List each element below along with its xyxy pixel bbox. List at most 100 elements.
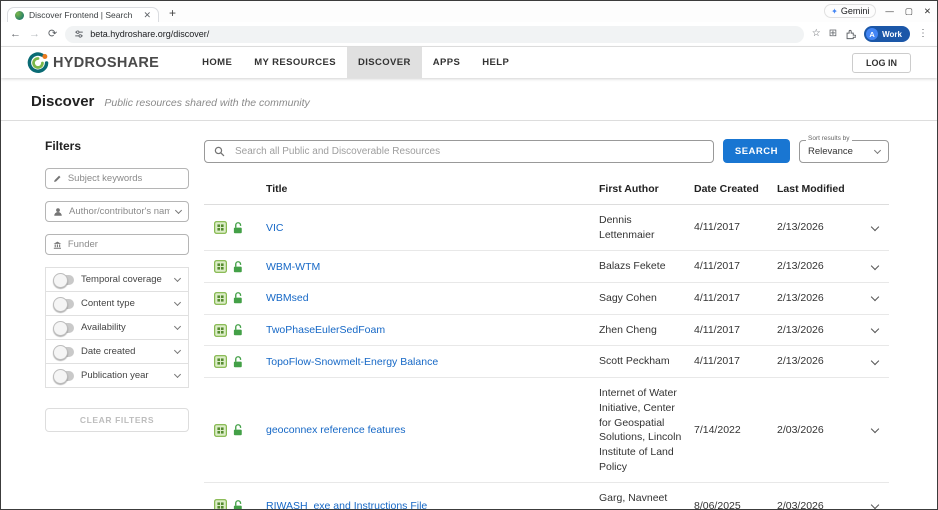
subject-keywords-input[interactable] [67,173,181,184]
clear-filters-button[interactable]: CLEAR FILTERS [45,408,189,432]
profile-chip[interactable]: A Work [864,26,910,42]
avatar: A [866,28,879,40]
window-minimize-icon[interactable]: — [885,6,894,17]
resource-search-input[interactable] [233,144,704,158]
search-button[interactable]: SEARCH [722,139,790,163]
row-first-author: Sagy Cohen [599,292,657,305]
nav-item-home[interactable]: HOME [191,47,243,78]
tab-close-icon[interactable]: ✕ [143,10,151,20]
row-icons [204,423,266,437]
brand-name: HYDROSHARE [53,54,160,71]
page-title-band: Discover Public resources shared with th… [1,78,937,121]
row-first-author: Scott Peckham [599,355,670,368]
row-date-created: 7/14/2022 [694,423,741,436]
resource-type-icon [214,355,227,369]
back-icon[interactable]: ← [10,28,21,40]
gemini-button[interactable]: ✦ Gemini [824,4,877,18]
row-last-modified: 2/13/2026 [777,355,824,368]
tab-strip: Discover Frontend | Search ✕ + ✦ Gemini … [1,1,937,22]
column-first-author: First Author [599,183,659,195]
resource-title-link[interactable]: RIWASH_exe and Instructions File [266,499,439,509]
subject-keywords-field[interactable] [45,168,189,189]
public-unlock-icon [232,355,244,369]
sort-label: Sort results by [806,134,852,142]
bank-icon [53,241,62,249]
extensions-icon[interactable] [845,29,857,40]
nav-item-apps[interactable]: APPS [422,47,471,78]
chevron-down-icon[interactable] [870,356,880,366]
browser-menu-icon[interactable]: ⋮ [918,29,928,39]
nav-item-my-resources[interactable]: MY RESOURCES [243,47,347,78]
resource-title-link[interactable]: WBMsed [266,291,321,305]
nav-item-discover[interactable]: DISCOVER [346,47,422,78]
resource-type-icon [214,423,227,437]
browser-tab[interactable]: Discover Frontend | Search ✕ [7,7,159,22]
table-row[interactable]: TopoFlow-Snowmelt-Energy Balance Scott P… [204,346,889,379]
row-icons [204,499,266,509]
filter-accordion-label: Availability [81,322,126,333]
filter-toggle[interactable] [53,272,74,288]
filter-accordion-row[interactable]: Content type [46,292,188,316]
site-info-icon[interactable] [74,29,84,39]
hydroshare-logo[interactable]: HYDROSHARE [27,51,160,74]
filter-accordion-label: Date created [81,346,136,357]
side-panel-icon[interactable]: ⊞ [829,29,837,39]
public-unlock-icon [232,423,244,437]
chevron-down-icon[interactable] [870,324,880,334]
resource-type-icon [214,260,227,274]
chevron-down-icon[interactable] [870,293,880,302]
row-date-created: 4/11/2017 [694,260,740,273]
resource-title-link[interactable]: geoconnex reference features [266,423,418,437]
bookmark-star-icon[interactable]: ☆ [812,29,821,39]
table-header: Title First Author Date Created Last Mod… [204,169,889,205]
filter-accordion-row[interactable]: Availability [46,316,188,340]
table-row[interactable]: WBMsed Sagy Cohen 4/11/2017 2/13/2026 [204,283,889,315]
chevron-down-icon [173,298,182,307]
column-date-created: Date Created [694,183,759,195]
chevron-down-icon[interactable] [870,261,880,270]
filter-accordion-label: Content type [81,298,135,309]
chevron-down-icon[interactable] [870,424,880,434]
forward-icon[interactable]: → [29,28,40,40]
table-row[interactable]: RIWASH_exe and Instructions File Garg, N… [204,483,889,509]
table-row[interactable]: WBM-WTM Balazs Fekete 4/11/2017 2/13/202… [204,251,889,284]
funder-input[interactable] [67,239,181,250]
login-button[interactable]: LOG IN [852,52,911,73]
resource-title-link[interactable]: VIC [266,221,296,235]
nav-item-help[interactable]: HELP [471,47,520,78]
table-row[interactable]: TwoPhaseEulerSedFoam Zhen Cheng 4/11/201… [204,315,889,347]
filter-accordion-row[interactable]: Publication year [46,364,188,388]
filter-accordion-row[interactable]: Temporal coverage [46,268,188,292]
resource-type-icon [214,221,227,235]
resource-title-link[interactable]: WBM-WTM [266,260,332,274]
chevron-down-icon [173,322,182,331]
filter-accordion-row[interactable]: Date created [46,340,188,364]
main-nav: HOME MY RESOURCES DISCOVER APPS HELP [191,47,520,78]
page-title: Discover [31,93,95,110]
table-row[interactable]: geoconnex reference features Internet of… [204,378,889,484]
window-maximize-icon[interactable]: ▢ [905,6,913,17]
resource-search-field[interactable] [204,139,714,163]
chevron-down-icon[interactable] [870,500,880,509]
row-first-author: Balazs Fekete [599,260,666,273]
filter-toggle[interactable] [53,344,74,360]
refresh-icon[interactable]: ⟳ [48,28,57,40]
hydroshare-swirl-icon [27,51,49,73]
row-date-created: 4/11/2017 [694,221,740,234]
resource-title-link[interactable]: TopoFlow-Snowmelt-Energy Balance [266,355,450,369]
window-close-icon[interactable]: ✕ [924,6,931,17]
author-select[interactable]: Author/contributor's name [45,201,189,222]
address-bar[interactable]: beta.hydroshare.org/discover/ [65,25,804,43]
sort-select[interactable]: Sort results by Relevance [799,134,889,163]
filter-toggle[interactable] [53,296,74,312]
gemini-sparkle-icon: ✦ [831,6,838,16]
row-last-modified: 2/03/2026 [777,423,824,436]
table-row[interactable]: VIC Dennis Lettenmaier 4/11/2017 2/13/20… [204,205,889,252]
funder-field[interactable] [45,234,189,255]
resource-title-link[interactable]: TwoPhaseEulerSedFoam [266,323,397,337]
new-tab-button[interactable]: + [169,6,176,22]
filter-toggle[interactable] [53,320,74,336]
chevron-down-icon[interactable] [870,222,880,231]
row-last-modified: 2/13/2026 [777,260,824,273]
filter-toggle[interactable] [53,368,74,384]
